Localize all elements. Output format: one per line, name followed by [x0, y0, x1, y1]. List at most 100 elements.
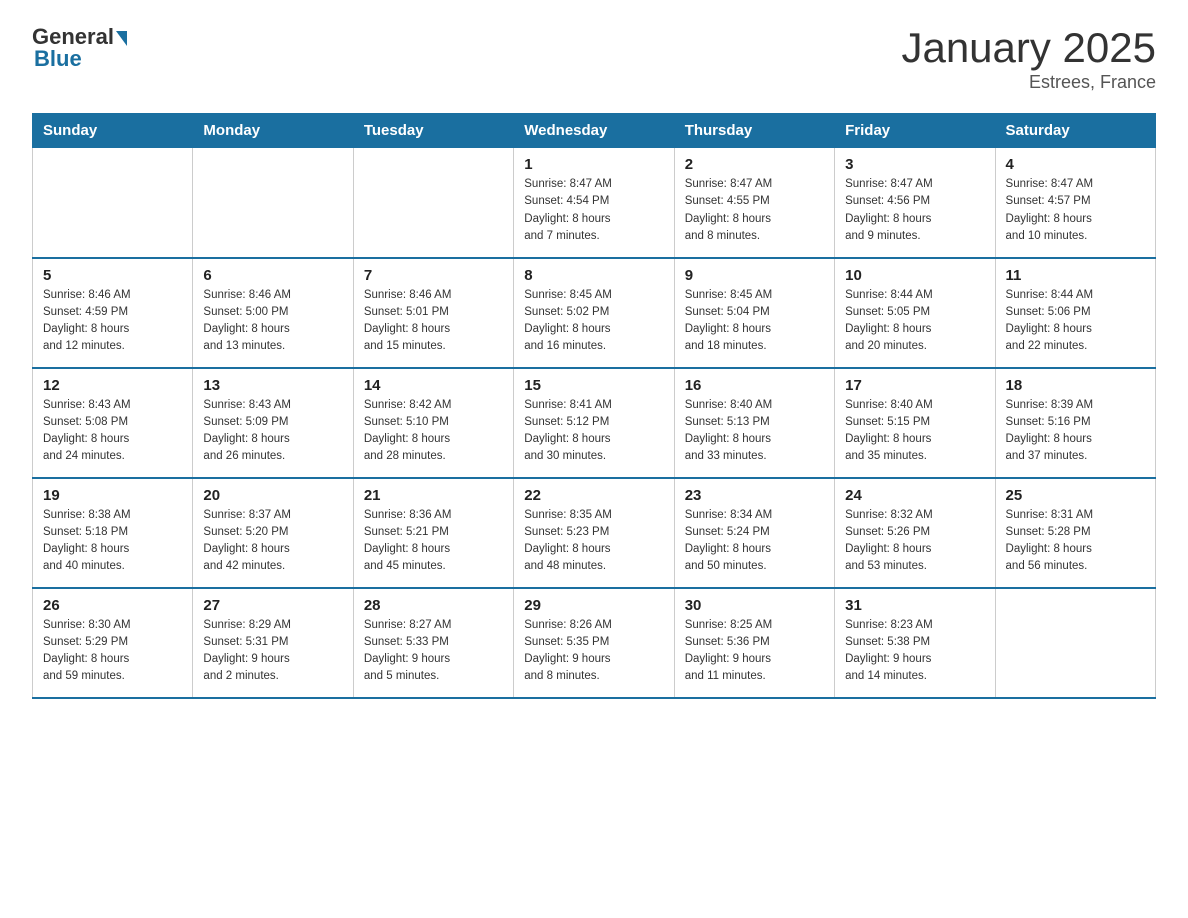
- header-cell-wednesday: Wednesday: [514, 114, 674, 148]
- day-cell: 25Sunrise: 8:31 AM Sunset: 5:28 PM Dayli…: [995, 478, 1155, 588]
- day-cell: 16 Sunrise: 8:40 AM Sunset: 5:13 PM Dayli…: [674, 368, 834, 478]
- day-number: 14: [364, 377, 503, 394]
- day-cell: 1Sunrise: 8:47 AM Sunset: 4:54 PM Daylig…: [514, 148, 674, 258]
- day-number: 15: [524, 377, 663, 394]
- day-number: 28: [364, 597, 503, 614]
- day-info: Sunrise: 8:32 AM Sunset: 5:26 PM Dayligh…: [845, 507, 984, 576]
- day-cell: 19 Sunrise: 8:38 AM Sunset: 5:18 PM Dayli…: [33, 478, 193, 588]
- day-number: 27: [203, 597, 342, 614]
- day-cell: 26Sunrise: 8:30 AM Sunset: 5:29 PM Dayli…: [33, 588, 193, 698]
- day-cell: 30Sunrise: 8:25 AM Sunset: 5:36 PM Dayli…: [674, 588, 834, 698]
- day-number: 12: [43, 377, 182, 394]
- day-number: 24: [845, 487, 984, 504]
- day-cell: 6 Sunrise: 8:46 AM Sunset: 5:00 PM Daylig…: [193, 258, 353, 368]
- day-info: Sunrise: 8:37 AM Sunset: 5:20 PM Dayligh…: [203, 507, 342, 576]
- header-cell-monday: Monday: [193, 114, 353, 148]
- day-cell: [33, 148, 193, 258]
- week-row-5: 26Sunrise: 8:30 AM Sunset: 5:29 PM Dayli…: [33, 588, 1156, 698]
- calendar-header: SundayMondayTuesdayWednesdayThursdayFrid…: [33, 114, 1156, 148]
- day-info: Sunrise: 8:43 AM Sunset: 5:08 PM Dayligh…: [43, 397, 182, 466]
- day-info: Sunrise: 8:34 AM Sunset: 5:24 PM Dayligh…: [685, 507, 824, 576]
- day-cell: 27 Sunrise: 8:29 AM Sunset: 5:31 PM Dayli…: [193, 588, 353, 698]
- day-number: 26: [43, 597, 182, 614]
- header-cell-thursday: Thursday: [674, 114, 834, 148]
- day-info: Sunrise: 8:25 AM Sunset: 5:36 PM Dayligh…: [685, 617, 824, 686]
- day-cell: 22Sunrise: 8:35 AM Sunset: 5:23 PM Dayli…: [514, 478, 674, 588]
- day-cell: 20 Sunrise: 8:37 AM Sunset: 5:20 PM Dayli…: [193, 478, 353, 588]
- day-info: Sunrise: 8:38 AM Sunset: 5:18 PM Dayligh…: [43, 507, 182, 576]
- week-row-3: 12 Sunrise: 8:43 AM Sunset: 5:08 PM Dayli…: [33, 368, 1156, 478]
- day-cell: 31Sunrise: 8:23 AM Sunset: 5:38 PM Dayli…: [835, 588, 995, 698]
- day-info: Sunrise: 8:40 AM Sunset: 5:15 PM Dayligh…: [845, 397, 984, 466]
- day-number: 19: [43, 487, 182, 504]
- day-number: 23: [685, 487, 824, 504]
- week-row-2: 5 Sunrise: 8:46 AM Sunset: 4:59 PM Daylig…: [33, 258, 1156, 368]
- calendar-body: 1Sunrise: 8:47 AM Sunset: 4:54 PM Daylig…: [33, 148, 1156, 698]
- logo: General Blue: [32, 24, 127, 72]
- day-cell: 21 Sunrise: 8:36 AM Sunset: 5:21 PM Dayli…: [353, 478, 513, 588]
- header-row: SundayMondayTuesdayWednesdayThursdayFrid…: [33, 114, 1156, 148]
- day-info: Sunrise: 8:40 AM Sunset: 5:13 PM Dayligh…: [685, 397, 824, 466]
- day-cell: 18Sunrise: 8:39 AM Sunset: 5:16 PM Dayli…: [995, 368, 1155, 478]
- header-cell-tuesday: Tuesday: [353, 114, 513, 148]
- day-info: Sunrise: 8:27 AM Sunset: 5:33 PM Dayligh…: [364, 617, 503, 686]
- day-number: 25: [1006, 487, 1145, 504]
- logo-blue-text: Blue: [34, 46, 82, 72]
- day-cell: 23 Sunrise: 8:34 AM Sunset: 5:24 PM Dayli…: [674, 478, 834, 588]
- day-cell: [995, 588, 1155, 698]
- calendar-table: SundayMondayTuesdayWednesdayThursdayFrid…: [32, 113, 1156, 699]
- day-info: Sunrise: 8:35 AM Sunset: 5:23 PM Dayligh…: [524, 507, 663, 576]
- day-number: 2: [685, 156, 824, 173]
- day-cell: 13Sunrise: 8:43 AM Sunset: 5:09 PM Dayli…: [193, 368, 353, 478]
- day-info: Sunrise: 8:44 AM Sunset: 5:05 PM Dayligh…: [845, 287, 984, 356]
- day-cell: 11 Sunrise: 8:44 AM Sunset: 5:06 PM Dayli…: [995, 258, 1155, 368]
- day-cell: 4 Sunrise: 8:47 AM Sunset: 4:57 PM Daylig…: [995, 148, 1155, 258]
- week-row-1: 1Sunrise: 8:47 AM Sunset: 4:54 PM Daylig…: [33, 148, 1156, 258]
- day-info: Sunrise: 8:42 AM Sunset: 5:10 PM Dayligh…: [364, 397, 503, 466]
- day-number: 11: [1006, 267, 1145, 284]
- page-header: General Blue January 2025 Estrees, Franc…: [32, 24, 1156, 93]
- week-row-4: 19 Sunrise: 8:38 AM Sunset: 5:18 PM Dayli…: [33, 478, 1156, 588]
- day-info: Sunrise: 8:29 AM Sunset: 5:31 PM Dayligh…: [203, 617, 342, 686]
- day-number: 16: [685, 377, 824, 394]
- day-cell: 10Sunrise: 8:44 AM Sunset: 5:05 PM Dayli…: [835, 258, 995, 368]
- day-number: 9: [685, 267, 824, 284]
- day-number: 18: [1006, 377, 1145, 394]
- day-number: 6: [203, 267, 342, 284]
- day-cell: 2 Sunrise: 8:47 AM Sunset: 4:55 PM Daylig…: [674, 148, 834, 258]
- day-cell: [353, 148, 513, 258]
- day-info: Sunrise: 8:47 AM Sunset: 4:55 PM Dayligh…: [685, 176, 824, 245]
- header-cell-saturday: Saturday: [995, 114, 1155, 148]
- day-cell: 28 Sunrise: 8:27 AM Sunset: 5:33 PM Dayli…: [353, 588, 513, 698]
- day-info: Sunrise: 8:41 AM Sunset: 5:12 PM Dayligh…: [524, 397, 663, 466]
- day-info: Sunrise: 8:36 AM Sunset: 5:21 PM Dayligh…: [364, 507, 503, 576]
- day-number: 20: [203, 487, 342, 504]
- day-info: Sunrise: 8:45 AM Sunset: 5:04 PM Dayligh…: [685, 287, 824, 356]
- header-cell-friday: Friday: [835, 114, 995, 148]
- day-cell: 12 Sunrise: 8:43 AM Sunset: 5:08 PM Dayli…: [33, 368, 193, 478]
- day-info: Sunrise: 8:43 AM Sunset: 5:09 PM Dayligh…: [203, 397, 342, 466]
- day-info: Sunrise: 8:46 AM Sunset: 4:59 PM Dayligh…: [43, 287, 182, 356]
- day-cell: 14 Sunrise: 8:42 AM Sunset: 5:10 PM Dayli…: [353, 368, 513, 478]
- day-cell: 8 Sunrise: 8:45 AM Sunset: 5:02 PM Daylig…: [514, 258, 674, 368]
- day-number: 7: [364, 267, 503, 284]
- day-info: Sunrise: 8:47 AM Sunset: 4:56 PM Dayligh…: [845, 176, 984, 245]
- day-cell: [193, 148, 353, 258]
- day-number: 3: [845, 156, 984, 173]
- day-number: 31: [845, 597, 984, 614]
- day-info: Sunrise: 8:47 AM Sunset: 4:57 PM Dayligh…: [1006, 176, 1145, 245]
- day-cell: 29Sunrise: 8:26 AM Sunset: 5:35 PM Dayli…: [514, 588, 674, 698]
- day-number: 5: [43, 267, 182, 284]
- day-cell: 17Sunrise: 8:40 AM Sunset: 5:15 PM Dayli…: [835, 368, 995, 478]
- month-title: January 2025: [901, 24, 1156, 72]
- day-info: Sunrise: 8:44 AM Sunset: 5:06 PM Dayligh…: [1006, 287, 1145, 356]
- day-cell: 24 Sunrise: 8:32 AM Sunset: 5:26 PM Dayli…: [835, 478, 995, 588]
- day-number: 8: [524, 267, 663, 284]
- day-number: 21: [364, 487, 503, 504]
- day-cell: 3 Sunrise: 8:47 AM Sunset: 4:56 PM Daylig…: [835, 148, 995, 258]
- day-info: Sunrise: 8:45 AM Sunset: 5:02 PM Dayligh…: [524, 287, 663, 356]
- day-number: 1: [524, 156, 663, 173]
- day-number: 4: [1006, 156, 1145, 173]
- day-info: Sunrise: 8:46 AM Sunset: 5:00 PM Dayligh…: [203, 287, 342, 356]
- day-cell: 5 Sunrise: 8:46 AM Sunset: 4:59 PM Daylig…: [33, 258, 193, 368]
